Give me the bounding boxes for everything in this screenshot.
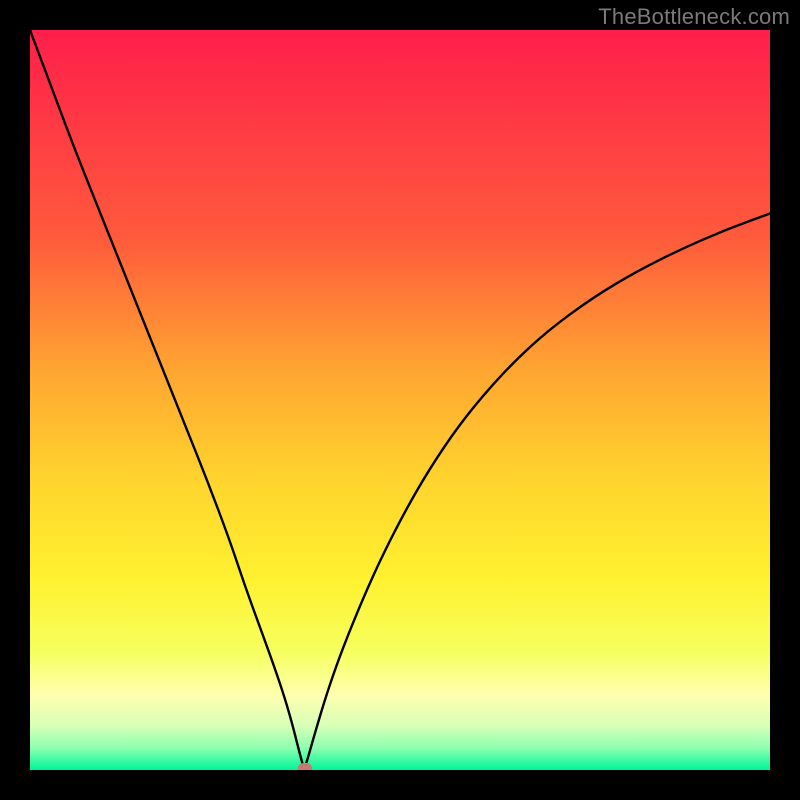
chart-frame: TheBottleneck.com <box>0 0 800 800</box>
plot-area <box>30 30 770 770</box>
optimum-marker <box>298 763 312 770</box>
chart-svg <box>30 30 770 770</box>
background-rect <box>30 30 770 770</box>
watermark-text: TheBottleneck.com <box>598 4 790 30</box>
